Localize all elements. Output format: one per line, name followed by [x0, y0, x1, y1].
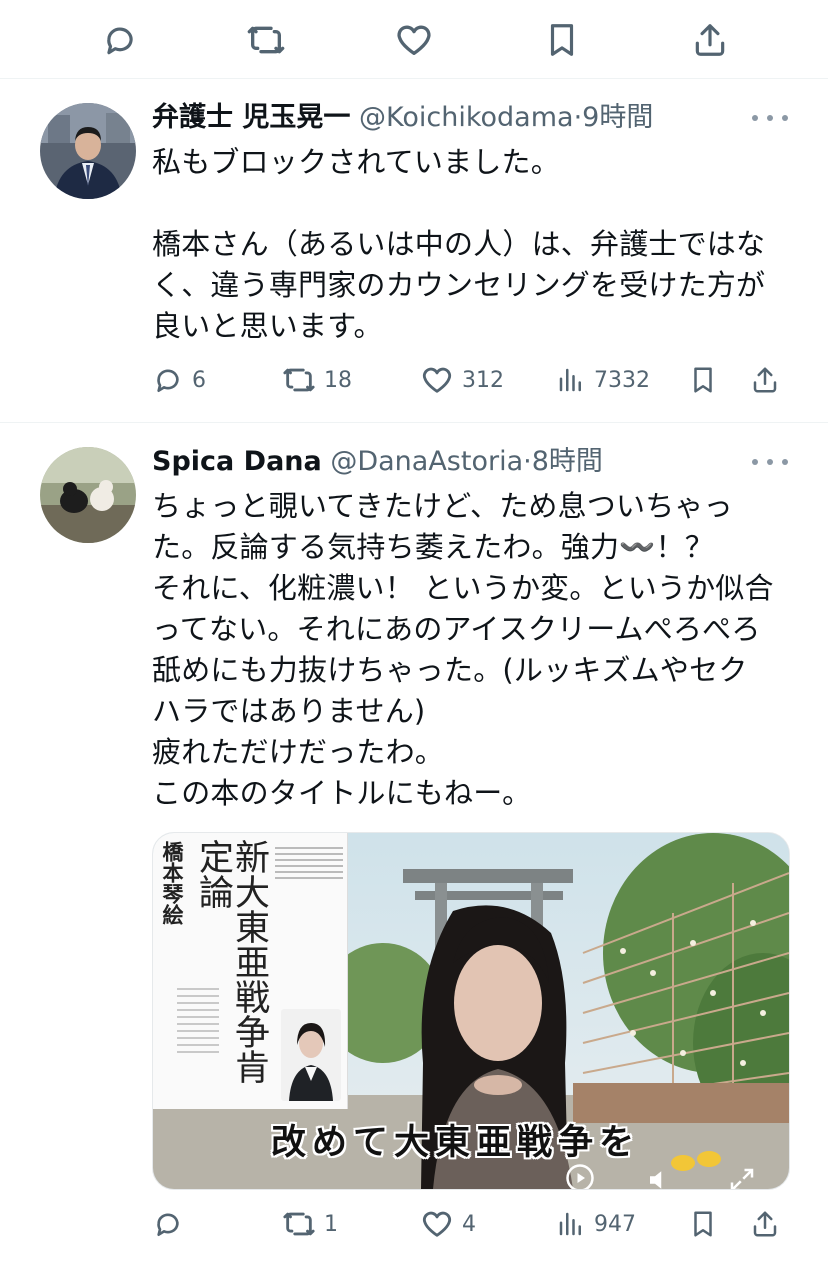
tweet-header: Spica Dana @DanaAstoria·8時間	[152, 442, 603, 482]
text-line: 疲れただけだったわ。	[152, 735, 445, 769]
share-icon	[753, 1211, 777, 1237]
previous-tweet-actions	[0, 0, 828, 78]
view-count: 947	[594, 1211, 636, 1237]
text-line: 橋本さん（あるいは中の人）は、弁護士ではな	[152, 227, 766, 261]
like-count: 4	[462, 1211, 476, 1237]
play-icon[interactable]	[565, 1163, 595, 1190]
avatar[interactable]	[40, 447, 136, 543]
share-button[interactable]	[690, 20, 730, 60]
more-dot-icon	[767, 459, 773, 465]
text-line: この本のタイトルにもねー。	[152, 776, 532, 810]
tweet-text: ちょっと覗いてきたけど、ため息ついちゃっ た。反論する気持ち萎えたわ。強力〰️！…	[152, 486, 792, 814]
more-options-button[interactable]	[752, 450, 788, 474]
video-thumbnail[interactable]: 橋本琴絵 新大東亜戦争肯定論 改めて大東亜戦争を	[152, 832, 790, 1190]
video-caption: 改めて大東亜戦争を	[271, 1122, 641, 1163]
separator: ·	[523, 446, 532, 477]
share-icon	[753, 367, 777, 393]
tweet-text: 私もブロックされていました。 橋本さん（あるいは中の人）は、弁護士ではな く、違…	[152, 142, 792, 347]
retweet-icon	[247, 26, 285, 54]
views-button[interactable]: 947	[556, 1204, 636, 1244]
like-button[interactable]: 312	[420, 360, 504, 400]
avatar[interactable]	[40, 103, 136, 199]
bookmark-button[interactable]	[688, 360, 718, 400]
text-line: ハラではありません)	[152, 694, 426, 728]
text-line: ちょっと覗いてきたけど、ため息ついちゃっ	[152, 489, 733, 523]
bookmark-icon	[550, 24, 574, 56]
analytics-icon	[559, 1212, 581, 1236]
separator: ·	[573, 102, 583, 133]
book-author: 橋本琴絵	[160, 841, 185, 925]
tweet[interactable]: 弁護士 児玉晃一 @Koichikodama·9時間 私もブロックされていました…	[0, 98, 828, 420]
reply-button[interactable]	[152, 1204, 192, 1244]
more-dot-icon	[782, 115, 788, 121]
like-button[interactable]	[394, 20, 434, 60]
retweet-icon	[283, 1212, 315, 1236]
retweet-button[interactable]	[246, 20, 286, 60]
book-body-text	[177, 983, 219, 1073]
share-button[interactable]	[750, 360, 780, 400]
divider	[0, 78, 828, 79]
tweet-actions: 6 18 312 7332	[152, 360, 792, 400]
display-name[interactable]: Spica Dana	[152, 446, 322, 477]
reply-icon	[157, 1213, 179, 1236]
retweet-button[interactable]: 18	[282, 360, 352, 400]
text-line: それに、化粧濃い！ というか変。というか似合	[152, 571, 774, 605]
reply-icon	[107, 27, 133, 55]
text-line: ってない。それにあのアイスクリームぺろぺろ	[152, 612, 761, 646]
heart-icon	[422, 367, 452, 393]
bookmark-icon	[694, 367, 712, 393]
like-button[interactable]: 4	[420, 1204, 476, 1244]
retweet-count: 1	[324, 1211, 338, 1237]
bookmark-button[interactable]	[688, 1204, 718, 1244]
views-button[interactable]: 7332	[556, 360, 650, 400]
reply-icon	[157, 369, 179, 392]
analytics-icon	[559, 368, 581, 392]
book-cover: 橋本琴絵 新大東亜戦争肯定論	[153, 833, 348, 1109]
book-blurb	[275, 843, 343, 903]
book-title: 新大東亜戦争肯定論	[193, 839, 269, 1084]
more-dot-icon	[752, 459, 758, 465]
timestamp[interactable]: 8時間	[532, 446, 603, 477]
reply-count: 6	[192, 367, 206, 393]
retweet-count: 18	[324, 367, 352, 393]
heart-icon	[422, 1211, 452, 1237]
view-count: 7332	[594, 367, 650, 393]
text-line: 良いと思います。	[152, 309, 383, 343]
text-line: た。反論する気持ち萎えたわ。強力〰️！？	[152, 530, 714, 564]
reply-button[interactable]	[100, 20, 140, 60]
share-icon	[695, 24, 725, 56]
handle[interactable]: @DanaAstoria	[330, 446, 523, 477]
author-photo	[281, 1009, 341, 1101]
more-options-button[interactable]	[752, 106, 788, 130]
share-button[interactable]	[750, 1204, 780, 1244]
divider	[0, 422, 828, 423]
reply-button[interactable]: 6	[152, 360, 206, 400]
bookmark-icon	[694, 1211, 712, 1237]
tweet-actions: 1 4 947	[152, 1204, 792, 1244]
volume-icon[interactable]	[645, 1165, 675, 1190]
timestamp[interactable]: 9時間	[582, 102, 653, 133]
more-dot-icon	[752, 115, 758, 121]
display-name[interactable]: 弁護士 児玉晃一	[152, 102, 350, 133]
handle[interactable]: @Koichikodama	[359, 102, 574, 133]
text-line: 私もブロックされていました。	[152, 145, 560, 179]
retweet-icon	[283, 368, 315, 392]
retweet-button[interactable]: 1	[282, 1204, 338, 1244]
text-line: 舐めにも力抜けちゃった。(ルッキズムやセク	[152, 653, 748, 687]
more-dot-icon	[782, 459, 788, 465]
text-line: く、違う専門家のカウンセリングを受けた方が	[152, 268, 766, 302]
more-dot-icon	[767, 115, 773, 121]
fullscreen-icon[interactable]	[727, 1165, 757, 1190]
heart-icon	[397, 25, 431, 55]
like-count: 312	[462, 367, 504, 393]
bookmark-button[interactable]	[542, 20, 582, 60]
tweet-header: 弁護士 児玉晃一 @Koichikodama·9時間	[152, 98, 653, 138]
